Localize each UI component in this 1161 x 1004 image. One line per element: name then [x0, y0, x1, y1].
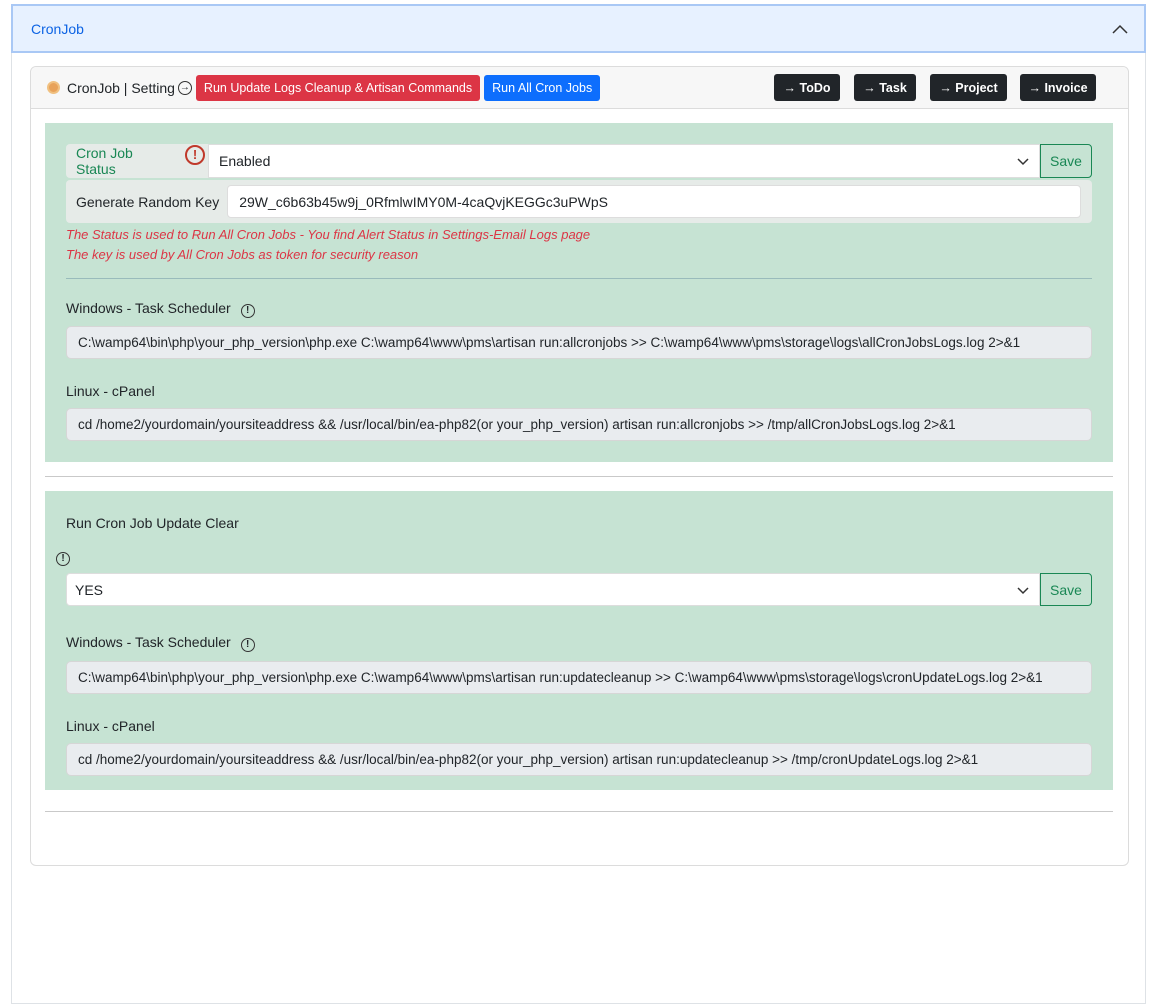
linux-label: Linux - cPanel [66, 718, 155, 734]
invoice-link-button[interactable]: → Invoice [1020, 74, 1096, 101]
compass-icon [47, 81, 60, 94]
run-cleanup-button[interactable]: Run Update Logs Cleanup & Artisan Comman… [195, 74, 481, 101]
card-title: CronJob | Setting [67, 79, 175, 96]
run-all-cron-jobs-button[interactable]: Run All Cron Jobs [484, 74, 601, 101]
linux-command[interactable]: cd /home2/yourdomain/yoursiteaddress && … [66, 408, 1092, 441]
todo-label: ToDo [799, 80, 831, 95]
alert-icon: ! [182, 144, 208, 178]
linux-command[interactable]: cd /home2/yourdomain/yoursiteaddress && … [66, 743, 1092, 776]
update-clear-value: YES [75, 581, 104, 598]
windows-label-row: Windows - Task Scheduler! [66, 300, 255, 318]
todo-link-button[interactable]: → ToDo [774, 74, 840, 101]
windows-label: Windows - Task Scheduler [66, 300, 231, 316]
random-key-label: Generate Random Key [76, 193, 220, 210]
info-icon[interactable]: ! [56, 548, 70, 566]
task-link-button[interactable]: → Task [854, 74, 916, 101]
update-clear-select[interactable]: YES [66, 573, 1040, 606]
task-label: Task [879, 80, 907, 95]
chevron-down-icon [1017, 582, 1029, 598]
update-clear-section: Run Cron Job Update Clear ! YES Save Win… [45, 491, 1113, 790]
divider [45, 811, 1113, 812]
windows-command[interactable]: C:\wamp64\bin\php\your_php_version\php.e… [66, 326, 1092, 359]
cron-status-section: Cron Job Status ! Enabled Save Generate … [45, 123, 1113, 462]
card-header: CronJob | Setting → Run Update Logs Clea… [31, 67, 1128, 109]
key-note: The key is used by All Cron Jobs as toke… [66, 247, 419, 262]
save-status-button[interactable]: Save [1040, 144, 1092, 178]
save-update-clear-button[interactable]: Save [1040, 573, 1092, 606]
info-icon[interactable]: ! [240, 638, 255, 652]
chevron-down-icon [1017, 153, 1029, 169]
status-note: The Status is used to Run All Cron Jobs … [66, 227, 591, 242]
chevron-up-icon[interactable] [1112, 21, 1128, 37]
windows-label-row: Windows - Task Scheduler! [66, 634, 255, 652]
cron-status-value: Enabled [219, 153, 271, 169]
divider [45, 476, 1113, 477]
project-link-button[interactable]: → Project [930, 74, 1007, 101]
cron-status-select[interactable]: Enabled [208, 144, 1040, 178]
divider [66, 278, 1092, 279]
project-label: Project [955, 80, 998, 95]
arrow-circle-right-icon[interactable]: → [177, 80, 192, 95]
random-key-input[interactable]: 29W_c6b63b45w9j_0RfmlwIMY0M-4caQvjKEGGc3… [227, 185, 1081, 218]
windows-label: Windows - Task Scheduler [66, 634, 231, 650]
cron-status-label: Cron Job Status [66, 144, 182, 178]
linux-label: Linux - cPanel [66, 383, 155, 399]
update-clear-title: Run Cron Job Update Clear [66, 515, 239, 531]
accordion-header-cronjob[interactable]: CronJob [11, 4, 1146, 53]
info-icon[interactable]: ! [240, 304, 255, 318]
invoice-label: Invoice [1044, 80, 1088, 95]
windows-command[interactable]: C:\wamp64\bin\php\your_php_version\php.e… [66, 661, 1092, 694]
accordion-title: CronJob [31, 20, 84, 37]
